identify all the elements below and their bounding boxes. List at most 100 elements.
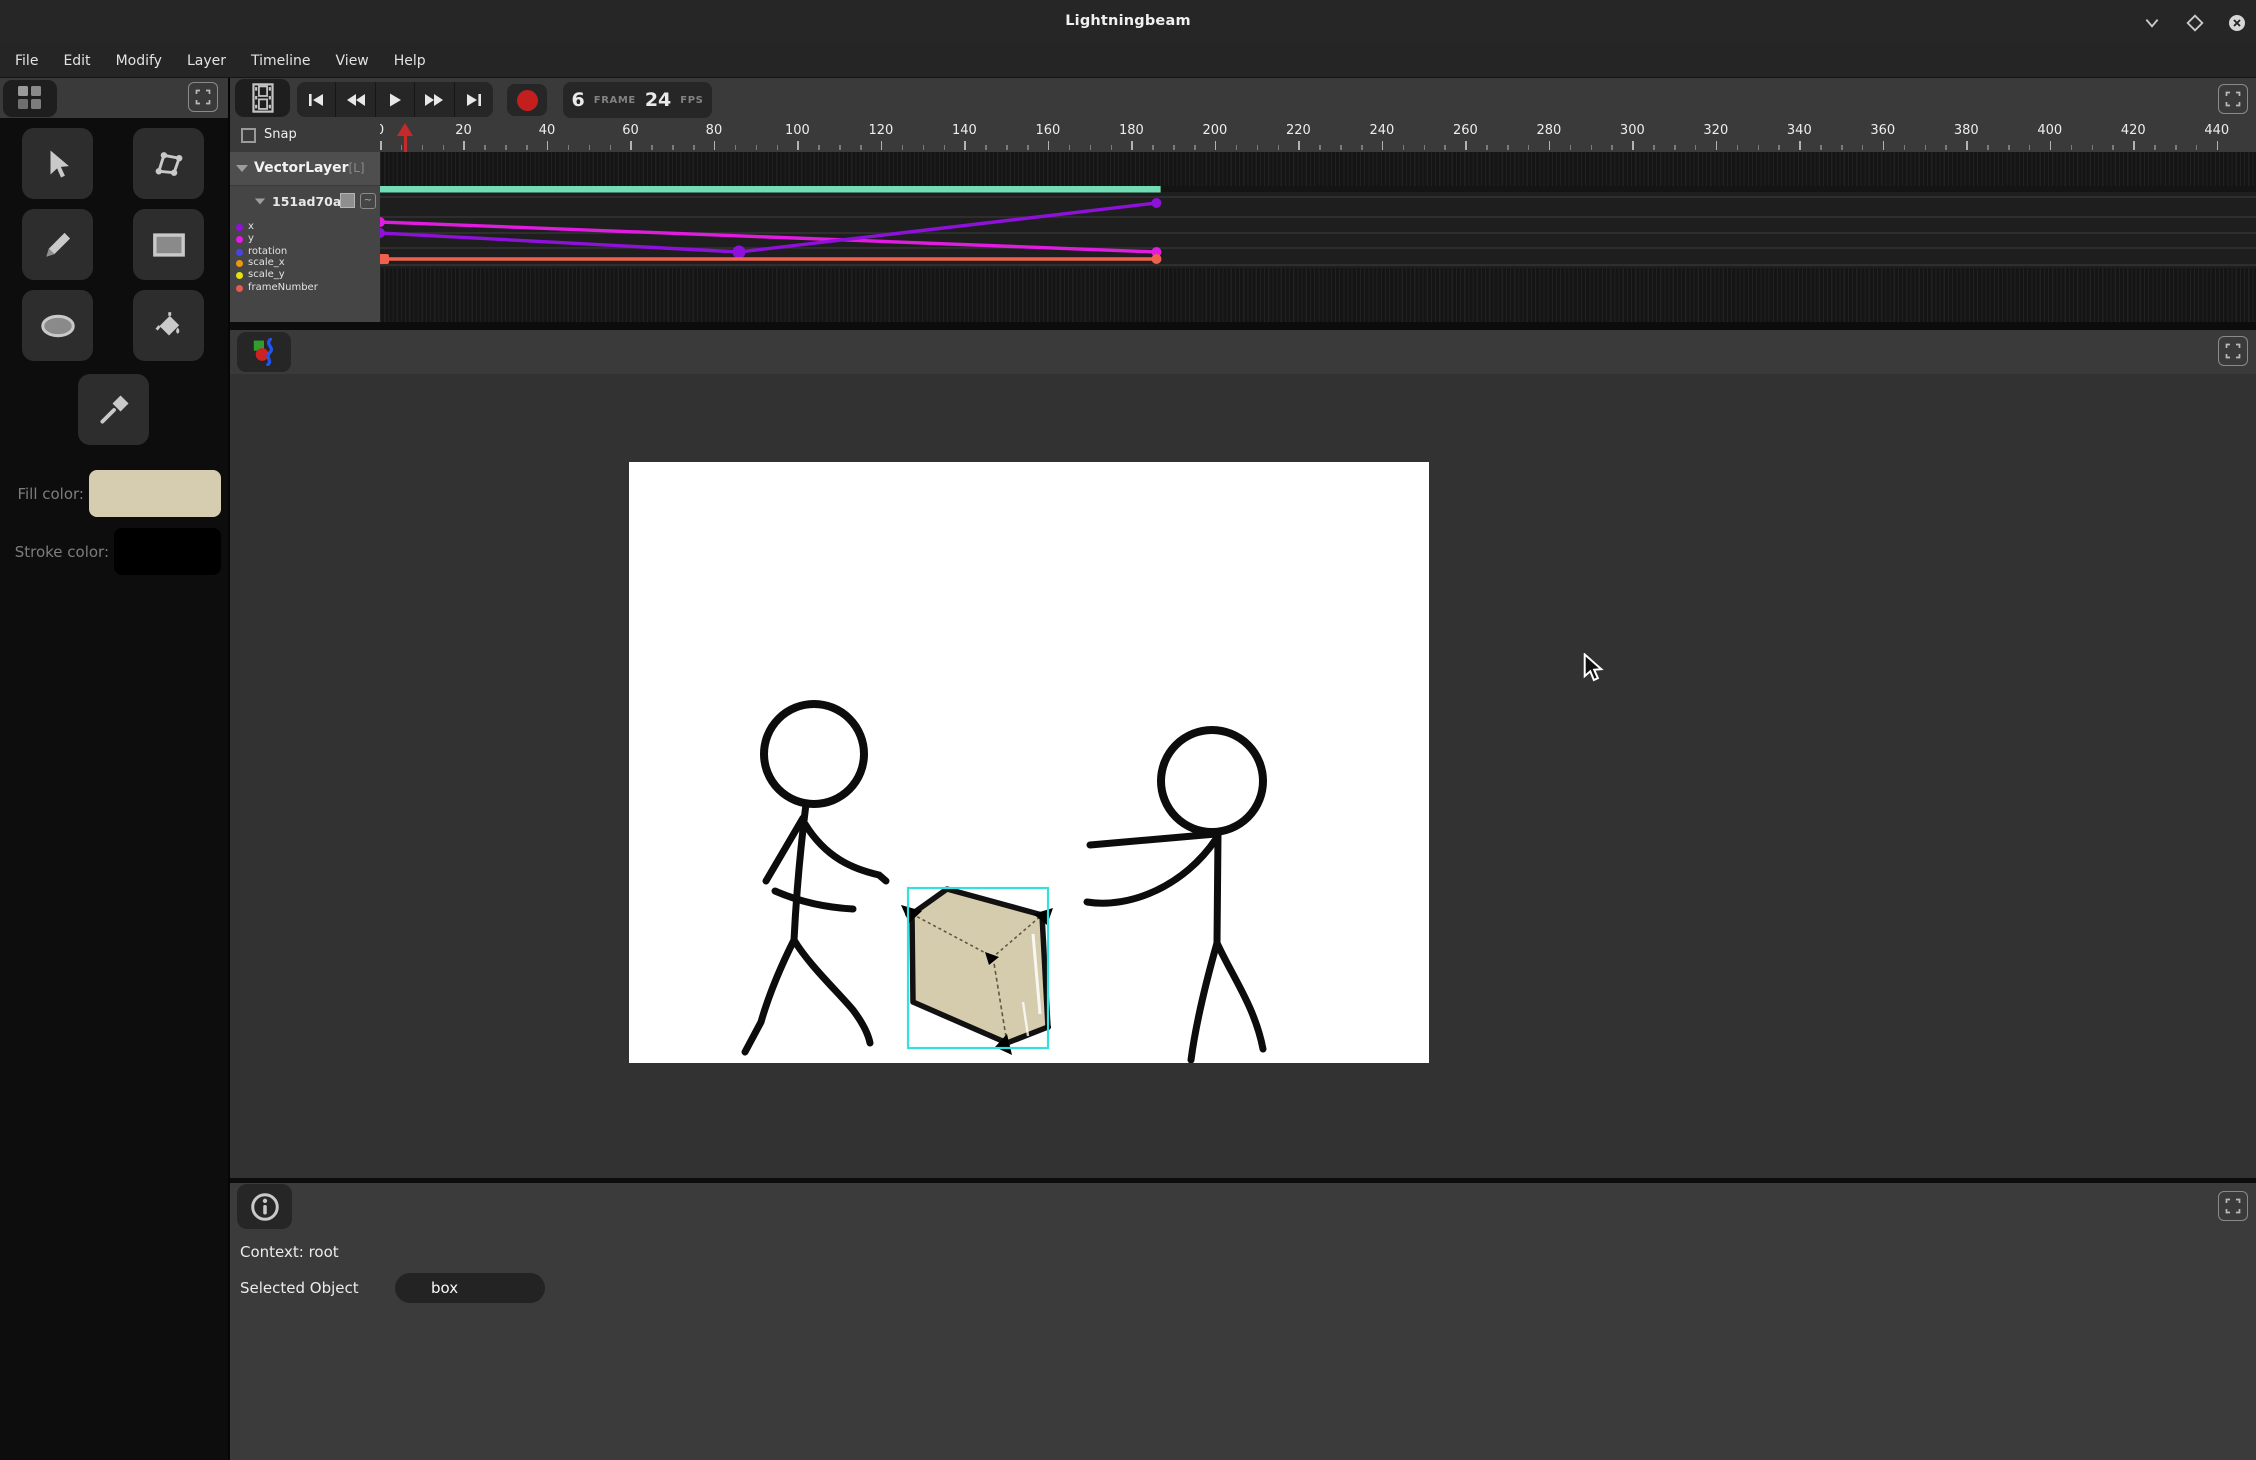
play-button[interactable] xyxy=(376,82,415,117)
menu-view[interactable]: View xyxy=(333,51,372,71)
fill-color-label: Fill color: xyxy=(0,470,84,517)
pencil-tool-button[interactable] xyxy=(22,209,93,280)
panel-grid-button[interactable] xyxy=(3,80,57,117)
menu-help[interactable]: Help xyxy=(391,51,429,71)
timeline-frames-area[interactable] xyxy=(380,152,2256,322)
ruler-tick xyxy=(2133,141,2135,150)
ruler-tick xyxy=(1257,145,1259,150)
menu-file[interactable]: File xyxy=(12,51,41,71)
menu-modify[interactable]: Modify xyxy=(113,51,165,71)
ruler-tick xyxy=(1444,145,1446,150)
collapse-triangle-icon[interactable] xyxy=(236,165,248,172)
ruler-tick xyxy=(1069,145,1071,150)
expand-icon xyxy=(2225,91,2241,107)
close-icon[interactable] xyxy=(2228,14,2246,32)
ruler-tick xyxy=(777,145,779,150)
ruler-tick xyxy=(1486,145,1488,150)
minimize-icon[interactable] xyxy=(2143,14,2161,32)
ruler-tick xyxy=(2008,145,2010,150)
ruler-tick xyxy=(1737,145,1739,150)
timeline-expand-button[interactable] xyxy=(2218,84,2248,114)
ruler-label: 160 xyxy=(1028,123,1068,138)
property-scale_y[interactable]: scale_y xyxy=(230,270,380,282)
ruler-label: 20 xyxy=(443,123,483,138)
stroke-color-swatch[interactable] xyxy=(114,528,221,575)
inspector-expand-button[interactable] xyxy=(2218,1191,2248,1221)
clip-curve-toggle-button[interactable]: ~ xyxy=(360,193,376,209)
rewind-button[interactable] xyxy=(336,82,375,117)
timeline-ruler[interactable]: 0204060801001201401601802002202402602803… xyxy=(380,120,2256,152)
record-icon xyxy=(517,90,538,111)
ruler-tick xyxy=(1904,145,1906,150)
property-color-dot xyxy=(236,236,243,243)
menubar: File Edit Modify Layer Timeline View Help xyxy=(0,45,2256,78)
menu-timeline[interactable]: Timeline xyxy=(248,51,314,71)
clip-extent-bar[interactable] xyxy=(380,186,1161,193)
skip-to-end-button[interactable] xyxy=(455,82,493,117)
property-color-dot xyxy=(236,272,243,279)
maximize-icon[interactable] xyxy=(2186,14,2204,32)
property-y[interactable]: y xyxy=(230,234,380,246)
snap-checkbox[interactable] xyxy=(241,128,256,143)
layer-row-vectorlayer[interactable]: VectorLayer[L] xyxy=(230,152,380,186)
selected-object-dropdown[interactable]: box xyxy=(395,1273,545,1303)
ruler-label: 40 xyxy=(527,123,567,138)
canvas-panel-button[interactable] xyxy=(237,332,291,372)
ruler-tick xyxy=(756,145,758,150)
tools-panel: Fill color: Stroke color: xyxy=(0,78,230,1460)
stick-figure-left xyxy=(745,704,886,1052)
stage-drawing xyxy=(629,462,1429,1063)
mouse-cursor xyxy=(1583,653,1605,687)
fill-color-swatch[interactable] xyxy=(89,470,221,517)
select-tool-button[interactable] xyxy=(22,128,93,199)
ruler-tick xyxy=(1152,145,1154,150)
ruler-tick xyxy=(1194,145,1196,150)
clip-swatch-button[interactable] xyxy=(340,193,355,208)
filmstrip-icon xyxy=(252,83,274,113)
tools-expand-button[interactable] xyxy=(188,82,218,112)
record-button[interactable] xyxy=(507,84,547,116)
ellipse-tool-button[interactable] xyxy=(22,290,93,361)
clip-row[interactable]: 151ad70a... ~ xyxy=(230,187,380,215)
property-frameNumber[interactable]: frameNumber xyxy=(230,283,380,295)
ruler-tick xyxy=(1653,145,1655,150)
ruler-tick xyxy=(1507,145,1509,150)
keyframe-frameNumber[interactable] xyxy=(1151,254,1161,264)
keyframe-x[interactable] xyxy=(733,246,746,259)
ruler-tick xyxy=(714,141,716,150)
collapse-triangle-icon[interactable] xyxy=(255,199,265,205)
stage[interactable] xyxy=(629,462,1429,1063)
timeline-panel-button[interactable] xyxy=(235,79,290,117)
keyframe-x[interactable] xyxy=(1151,198,1161,208)
rectangle-tool-button[interactable] xyxy=(133,209,204,280)
eyedropper-icon xyxy=(98,394,130,426)
ruler-tick xyxy=(2154,145,2156,150)
ruler-label: 280 xyxy=(1529,123,1569,138)
ruler-tick xyxy=(1006,145,1008,150)
info-panel-button[interactable] xyxy=(237,1184,292,1229)
property-color-dot xyxy=(236,285,243,292)
ruler-tick xyxy=(1215,141,1217,150)
ruler-label: 100 xyxy=(777,123,817,138)
canvas-expand-button[interactable] xyxy=(2218,336,2248,366)
frame-label: FRAME xyxy=(594,95,636,106)
keyframe-y[interactable] xyxy=(380,217,385,227)
transform-tool-button[interactable] xyxy=(133,128,204,199)
inspector-panel: Context: root Selected Object box xyxy=(230,1183,2256,1460)
ruler-tick xyxy=(568,145,570,150)
expand-icon xyxy=(2225,343,2241,359)
keyframe-x[interactable] xyxy=(380,228,385,238)
ruler-tick xyxy=(1382,141,1384,150)
eyedropper-tool-button[interactable] xyxy=(78,374,149,445)
paint-bucket-tool-button[interactable] xyxy=(133,290,204,361)
skip-to-start-button[interactable] xyxy=(297,82,336,117)
keyframe-frameNumber[interactable] xyxy=(380,254,389,264)
ruler-tick xyxy=(1319,145,1321,150)
ruler-tick xyxy=(923,145,925,150)
canvas-header xyxy=(230,330,2256,374)
ruler-tick xyxy=(985,145,987,150)
menu-layer[interactable]: Layer xyxy=(184,51,229,71)
ruler-tick xyxy=(1966,141,1968,150)
fast-forward-button[interactable] xyxy=(415,82,454,117)
menu-edit[interactable]: Edit xyxy=(60,51,93,71)
